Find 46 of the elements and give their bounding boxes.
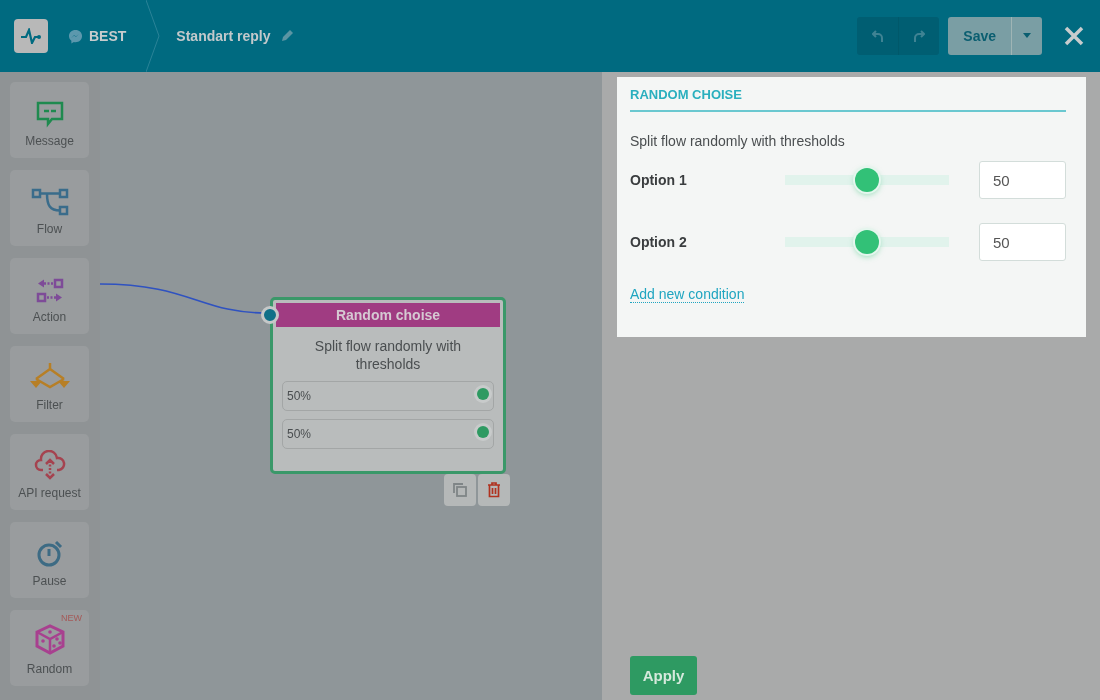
tool-item[interactable]: Message [10,82,89,158]
tool-item[interactable]: NEW Random [10,610,89,686]
tool-item[interactable]: Flow [10,170,89,246]
close-button[interactable] [1064,26,1084,46]
add-condition-link[interactable]: Add new condition [630,286,745,303]
tool-item[interactable]: Filter [10,346,89,422]
app-logo-icon[interactable] [14,19,48,53]
stopwatch-icon [35,538,64,568]
flow-node[interactable]: Random choise Split flow randomly with thresholds 50% 50% [270,297,506,474]
copy-icon [452,482,468,498]
option-label: Option 1 [630,172,688,188]
value-field[interactable]: 50 [979,161,1066,199]
output-port[interactable] [477,388,489,400]
cloud-icon [33,450,66,480]
node-description: Split flow randomly with thresholds [313,337,463,374]
input-port[interactable] [261,306,279,324]
panel-title: RANDOM CHOISE [630,87,1066,112]
value-field[interactable]: 50 [979,223,1066,261]
slider-thumb[interactable] [855,230,879,254]
output-label: 50% [287,427,312,441]
slider-thumb[interactable] [855,168,879,192]
flow-title: Standart reply [176,28,271,44]
tool-item[interactable]: Pause [10,522,89,598]
panel-description: Split flow randomly with thresholds [630,133,846,149]
delete-button[interactable] [478,474,510,506]
tool-item[interactable]: Action [10,258,89,334]
output-row[interactable]: 50% [282,381,494,411]
chat-bubble-icon [68,28,83,44]
arrows-icon [35,278,64,304]
copy-button[interactable] [444,474,476,506]
apply-button[interactable]: Apply [630,656,697,695]
tool-item[interactable]: API request [10,434,89,510]
node-title: Random choise [276,303,500,327]
option-label: Option 2 [630,234,688,250]
pencil-icon[interactable] [280,29,295,43]
output-port[interactable] [477,426,489,438]
new-label: NEW [61,613,82,623]
branch-icon [30,188,69,216]
undo-arrow-icon [871,29,884,43]
redo-arrow-icon [913,29,926,43]
output-label: 50% [287,389,312,403]
trash-icon [487,482,501,498]
output-row[interactable]: 50% [282,419,494,449]
channel-name: BEST [89,28,127,44]
speech-bubble-icon [34,100,65,128]
breadcrumb-separator [146,0,161,72]
